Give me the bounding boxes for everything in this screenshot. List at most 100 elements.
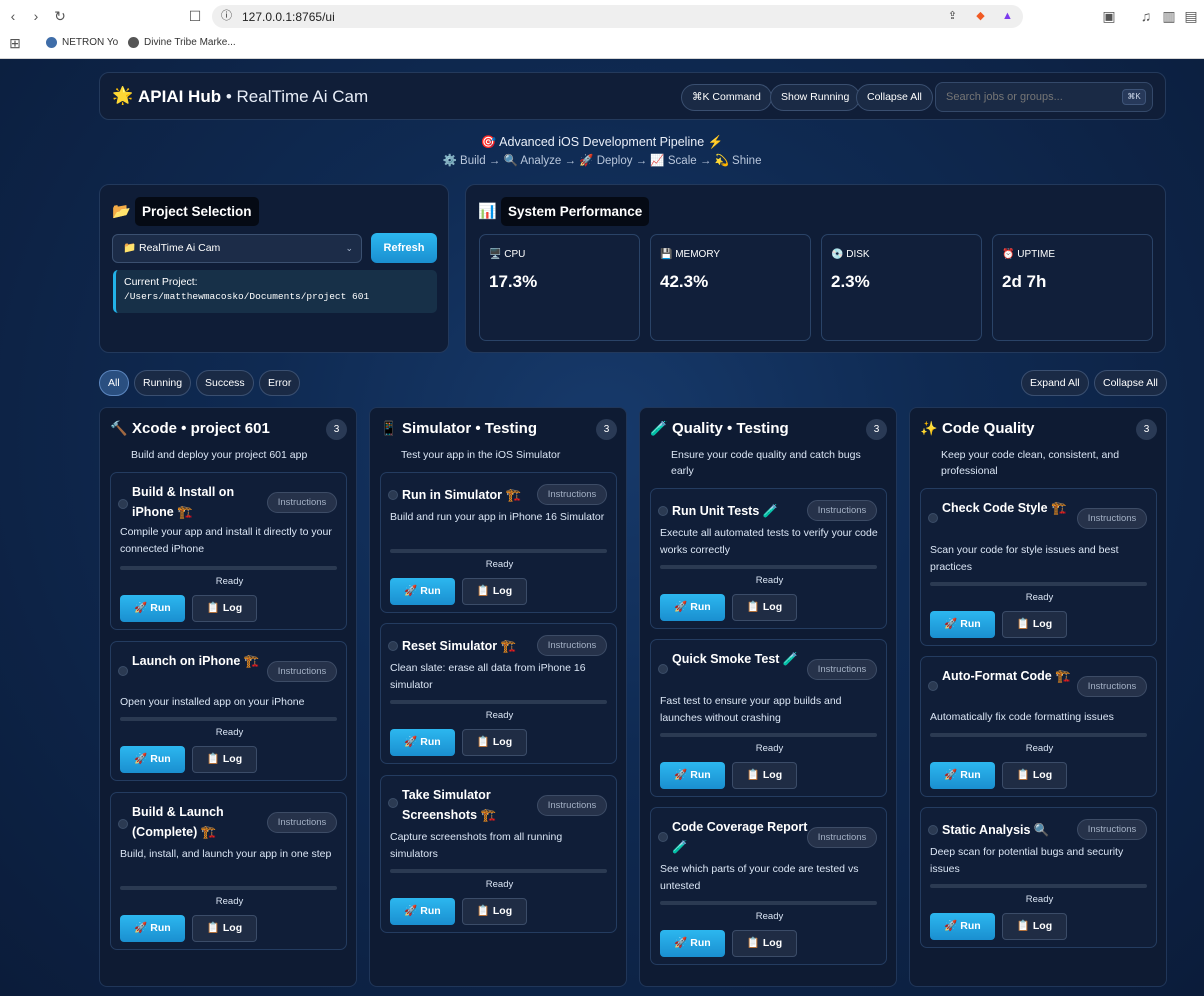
job-description: Automatically fix code formatting issues [930,711,1114,723]
system-performance-panel: 📊 System Performance 🖥️ CPU 17.3% 💾 MEMO… [465,184,1166,353]
current-project-label: Current Project: [124,276,198,288]
music-icon[interactable]: ♫ [1137,7,1155,25]
group-count-badge: 3 [1136,419,1157,440]
group-title: Quality • Testing [672,420,789,437]
browser-chrome: ‹ › ↻ ☐ ⓘ 127.0.0.1:8765/ui ⇪ ◆ ▲ ▣ ♫ ▥ … [0,0,1204,59]
sidebar-icon[interactable]: ▥ [1160,7,1178,25]
instructions-button[interactable]: Instructions [267,492,337,513]
status-dot [658,832,668,842]
folder-icon: 📂 [112,203,131,220]
job-status: Ready [1025,894,1054,905]
run-button[interactable]: 🚀 Run [660,594,725,621]
log-button[interactable]: 📋 Log [732,594,797,621]
uptime-value: 2d 7h [1002,272,1047,291]
rewards-icon[interactable]: ▲ [1000,9,1015,24]
run-button[interactable]: 🚀 Run [660,930,725,957]
bookmark-netron[interactable]: NETRON Yo [46,37,118,48]
job-title: Launch on iPhone 🏗️ [132,654,260,668]
status-dot [388,641,398,651]
run-button[interactable]: 🚀 Run [120,915,185,942]
instructions-button[interactable]: Instructions [537,795,607,816]
search-input[interactable] [935,82,1153,112]
job-card: Run in Simulator 🏗️ Instructions Build a… [380,472,617,613]
phone-icon: 📱 [380,420,398,436]
hammer-icon: 🔨 [110,420,128,436]
group-title: Xcode • project 601 [132,420,270,437]
current-project-path: /Users/matthewmacosko/Documents/project … [124,291,370,302]
job-card: Launch on iPhone 🏗️ Instructions Open yo… [110,641,347,781]
brave-shield-icon[interactable]: ◆ [973,9,988,24]
filter-error[interactable]: Error [259,370,301,396]
instructions-button[interactable]: Instructions [807,500,877,521]
bookmark-divine-tribe[interactable]: Divine Tribe Marke... [128,37,236,48]
run-button[interactable]: 🚀 Run [660,762,725,789]
progress-bar [660,565,877,569]
job-card: Build & Launch (Complete) 🏗️ Instruction… [110,792,347,950]
instructions-button[interactable]: Instructions [1077,508,1147,529]
instructions-button[interactable]: Instructions [537,635,607,656]
job-description: Build and run your app in iPhone 16 Simu… [390,511,605,523]
site-info-icon[interactable]: ⓘ [219,9,234,24]
log-button[interactable]: 📋 Log [462,898,527,925]
filter-all[interactable]: All [99,370,129,396]
log-button[interactable]: 📋 Log [462,729,527,756]
instructions-button[interactable]: Instructions [267,812,337,833]
run-button[interactable]: 🚀 Run [930,611,995,638]
project-select[interactable]: 📁 RealTime Ai Cam ⌄ [112,234,362,263]
log-button[interactable]: 📋 Log [1002,611,1067,638]
refresh-button[interactable]: Refresh [371,233,437,263]
wallet-icon[interactable]: ▤ [1182,7,1200,25]
log-button[interactable]: 📋 Log [192,746,257,773]
bookmark-icon[interactable]: ☐ [186,7,204,25]
extension-icon[interactable]: ▣ [1100,7,1118,25]
log-button[interactable]: 📋 Log [732,930,797,957]
run-button[interactable]: 🚀 Run [930,762,995,789]
forward-icon[interactable]: › [27,7,45,25]
log-button[interactable]: 📋 Log [1002,913,1067,940]
cpu-label: 🖥️ CPU [489,249,526,260]
log-button[interactable]: 📋 Log [192,595,257,622]
job-status: Ready [215,576,244,587]
run-button[interactable]: 🚀 Run [120,595,185,622]
apps-grid-icon[interactable]: ⊞ [6,34,24,52]
filter-running[interactable]: Running [134,370,192,396]
progress-bar [390,549,607,553]
collapse-all-button[interactable]: Collapse All [1094,370,1167,396]
share-icon[interactable]: ⇪ [945,9,960,24]
instructions-button[interactable]: Instructions [807,827,877,848]
group-count-badge: 3 [326,419,347,440]
run-button[interactable]: 🚀 Run [120,746,185,773]
progress-bar [120,717,337,721]
run-button[interactable]: 🚀 Run [390,578,455,605]
command-button[interactable]: ⌘K Command [681,84,772,111]
collapse-all-header-button[interactable]: Collapse All [856,84,933,111]
job-status: Ready [215,727,244,738]
url-text: 127.0.0.1:8765/ui [242,10,335,24]
address-bar[interactable]: ⓘ 127.0.0.1:8765/ui ⇪ ◆ ▲ [212,5,1023,28]
job-status: Ready [485,879,514,890]
instructions-button[interactable]: Instructions [267,661,337,682]
group-title: Code Quality [942,420,1035,437]
job-status: Ready [755,575,784,586]
group-column-code-quality: ✨ Code Quality 3 Keep your code clean, c… [909,407,1167,987]
log-button[interactable]: 📋 Log [732,762,797,789]
run-button[interactable]: 🚀 Run [390,729,455,756]
reload-icon[interactable]: ↻ [51,7,69,25]
instructions-button[interactable]: Instructions [807,659,877,680]
job-title: Run Unit Tests 🧪 [672,504,779,518]
filter-success[interactable]: Success [196,370,254,396]
globe-icon [46,37,57,48]
log-button[interactable]: 📋 Log [462,578,527,605]
run-button[interactable]: 🚀 Run [390,898,455,925]
show-running-button[interactable]: Show Running [770,84,861,111]
instructions-button[interactable]: Instructions [537,484,607,505]
job-title: Quick Smoke Test 🧪 [672,652,799,666]
instructions-button[interactable]: Instructions [1077,676,1147,697]
back-icon[interactable]: ‹ [4,7,22,25]
log-button[interactable]: 📋 Log [1002,762,1067,789]
instructions-button[interactable]: Instructions [1077,819,1147,840]
job-status: Ready [485,559,514,570]
expand-all-button[interactable]: Expand All [1021,370,1089,396]
run-button[interactable]: 🚀 Run [930,913,995,940]
log-button[interactable]: 📋 Log [192,915,257,942]
